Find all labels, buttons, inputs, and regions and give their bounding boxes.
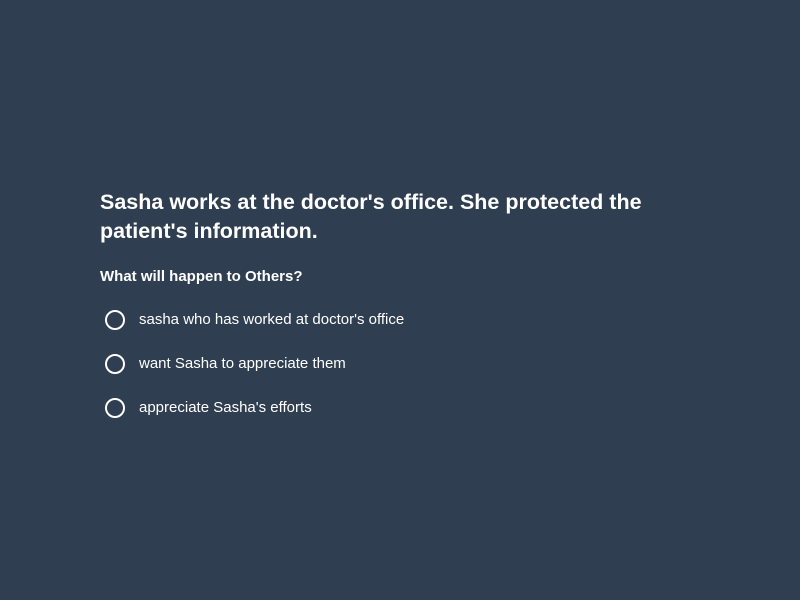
context-prompt: Sasha works at the doctor's office. She … <box>100 190 642 243</box>
answer-option-2[interactable]: want Sasha to appreciate them <box>100 342 700 386</box>
radio-button-icon[interactable] <box>105 310 125 330</box>
radio-button-icon[interactable] <box>105 398 125 418</box>
answer-options: sasha who has worked at doctor's office … <box>100 298 700 430</box>
answer-option-label[interactable]: appreciate Sasha's efforts <box>139 398 312 418</box>
answer-option-1[interactable]: sasha who has worked at doctor's office <box>100 298 700 342</box>
answer-option-label[interactable]: sasha who has worked at doctor's office <box>139 310 404 330</box>
question-text: What will happen to Others? <box>100 268 303 285</box>
answer-option-label[interactable]: want Sasha to appreciate them <box>139 354 346 374</box>
radio-button-icon[interactable] <box>105 354 125 374</box>
answer-option-3[interactable]: appreciate Sasha's efforts <box>100 386 700 430</box>
question-card: Sasha works at the doctor's office. She … <box>100 188 700 430</box>
